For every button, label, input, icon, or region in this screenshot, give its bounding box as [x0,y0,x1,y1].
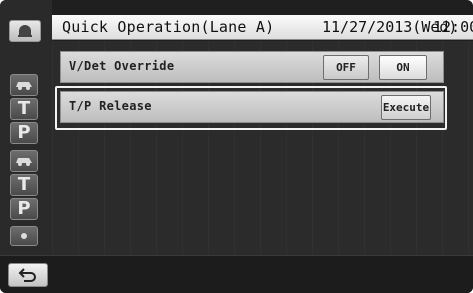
row-tp-release: T/P Release Execute [60,91,444,123]
device-screen: T P T P Quick Operation(Lane A) 11/27/20… [0,0,473,293]
home-icon [18,25,32,37]
page-title: Quick Operation(Lane A) [62,18,275,36]
back-button[interactable] [8,263,48,287]
rail-p-label-1: P [17,122,31,143]
execute-button[interactable]: Execute [381,95,431,120]
left-rail: T P T P [0,0,52,255]
rail-t-label-2: T [17,174,31,195]
car-icon [16,82,32,90]
rail-car-button-2[interactable] [10,150,38,172]
row-vdet-override: V/Det Override OFF ON [60,51,444,83]
dot-icon [21,233,27,239]
car-icon [16,158,32,166]
header-time: 12:00 [433,18,473,36]
back-arrow-icon [18,268,36,282]
rail-t-label-1: T [17,98,31,119]
tp-release-label: T/P Release [69,99,152,113]
header-bar: Quick Operation(Lane A) 11/27/2013(Wed) … [52,15,473,40]
rail-car-button-1[interactable] [10,74,38,96]
rail-p-button-2[interactable]: P [10,198,38,220]
home-tab[interactable] [9,20,41,42]
rail-t-button-1[interactable]: T [10,98,38,120]
rail-p-label-2: P [17,198,31,219]
main-content: V/Det Override OFF ON T/P Release Execut… [52,41,473,255]
on-button[interactable]: ON [379,55,427,80]
rail-dot-button[interactable] [10,226,38,246]
vdet-override-label: V/Det Override [69,59,175,73]
rail-t-button-2[interactable]: T [10,174,38,196]
bottom-bar [0,255,473,293]
rail-p-button-1[interactable]: P [10,122,38,144]
off-button[interactable]: OFF [323,55,369,80]
